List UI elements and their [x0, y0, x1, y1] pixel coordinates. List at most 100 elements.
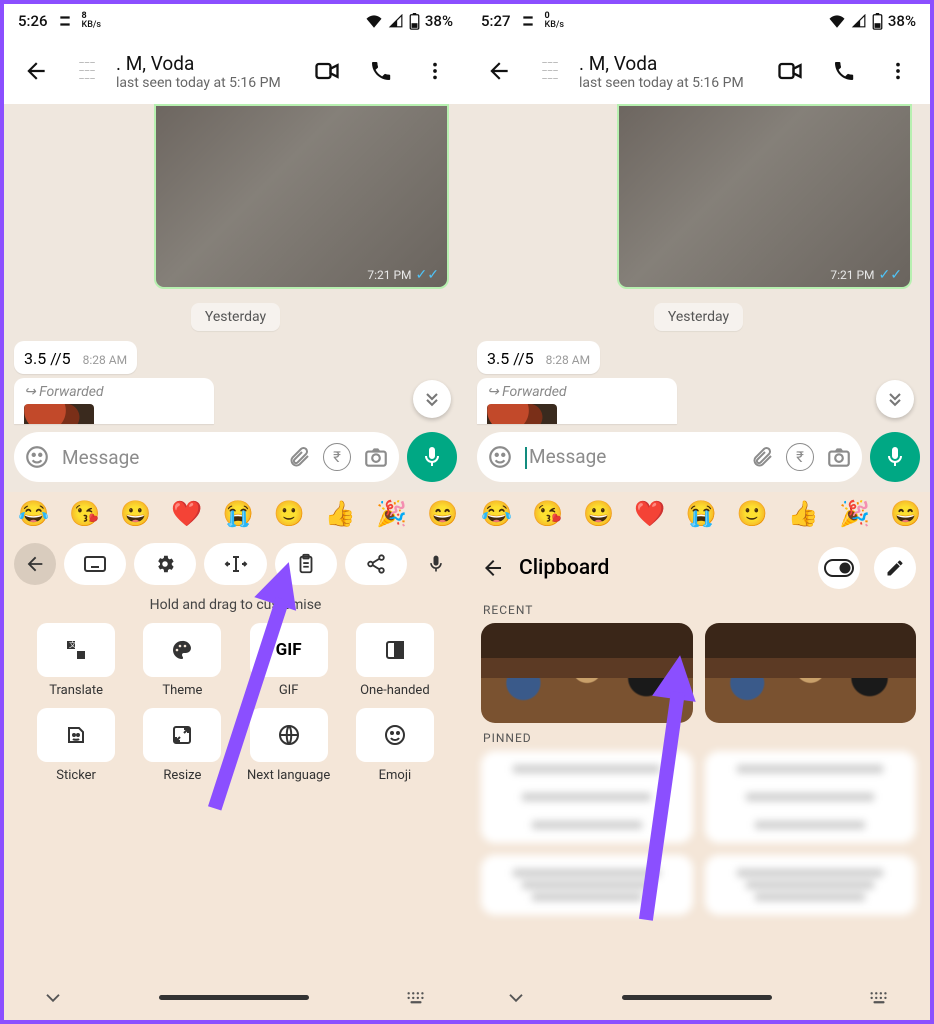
- chat-area[interactable]: 7:21 PM ✓✓ Yesterday 3.5 //5 8:28 AM ↪ F…: [4, 104, 467, 424]
- last-seen: last seen today at 5:16 PM: [579, 75, 758, 91]
- clipboard-panel: Clipboard RECENT PINNED: [467, 537, 930, 1020]
- emoji-item[interactable]: 😀: [120, 500, 151, 529]
- tool-nextlanguage[interactable]: Next language: [241, 708, 337, 783]
- message-text: 3.5 //5: [24, 349, 71, 368]
- keyboard-panel: Hold and drag to customise 文Translate Th…: [4, 537, 467, 1020]
- nav-keyboard-icon[interactable]: [868, 989, 890, 1005]
- emoji-item[interactable]: 😂: [18, 500, 49, 529]
- scroll-down-fab[interactable]: [876, 380, 914, 418]
- toolbar-settings-icon[interactable]: [134, 543, 196, 585]
- emoji-item[interactable]: 🙂: [274, 500, 305, 529]
- incoming-message[interactable]: 3.5 //5 8:28 AM: [14, 341, 137, 374]
- forwarded-message[interactable]: ↪ Forwarded: [477, 378, 677, 424]
- avatar[interactable]: —————————: [68, 52, 106, 90]
- clipboard-image-item[interactable]: [705, 623, 917, 723]
- more-button[interactable]: [876, 49, 920, 93]
- nav-collapse-icon[interactable]: [44, 991, 62, 1003]
- emoji-item[interactable]: 😭: [686, 500, 717, 529]
- video-call-button[interactable]: [305, 49, 349, 93]
- voice-call-button[interactable]: [359, 49, 403, 93]
- scroll-down-fab[interactable]: [413, 380, 451, 418]
- emoji-item[interactable]: 🎉: [839, 500, 870, 529]
- message-text: 3.5 //5: [487, 349, 534, 368]
- emoji-item[interactable]: 👍: [788, 500, 819, 529]
- clipboard-edit-button[interactable]: [874, 547, 916, 589]
- emoji-item[interactable]: 🎉: [376, 500, 407, 529]
- back-button[interactable]: [477, 49, 521, 93]
- forwarded-message[interactable]: ↪ Forwarded: [14, 378, 214, 424]
- toolbar-keyboard-icon[interactable]: [64, 543, 126, 585]
- recent-label: RECENT: [467, 595, 930, 623]
- toolbar-share-icon[interactable]: [345, 543, 407, 585]
- emoji-item[interactable]: 😭: [223, 500, 254, 529]
- toolbar-clipboard-icon[interactable]: [275, 543, 337, 585]
- battery-pct: 38%: [425, 12, 453, 30]
- phone-left: 5:26 8 KB/s 38% —————————: [4, 4, 467, 1020]
- camera-icon[interactable]: [363, 444, 389, 470]
- emoji-item[interactable]: 😄: [890, 500, 921, 529]
- emoji-item[interactable]: ❤️: [634, 500, 665, 529]
- image-message[interactable]: 7:21 PM ✓✓: [154, 104, 449, 289]
- camera-icon[interactable]: [826, 444, 852, 470]
- emoji-item[interactable]: ❤️: [171, 500, 202, 529]
- chat-title-block[interactable]: . M, Voda last seen today at 5:16 PM: [579, 52, 758, 91]
- forwarded-thumb: [487, 404, 557, 424]
- clipboard-back-button[interactable]: [481, 556, 505, 580]
- clipboard-text-item[interactable]: [705, 855, 917, 915]
- emoji-item[interactable]: 😄: [427, 500, 458, 529]
- emoji-icon[interactable]: [487, 444, 513, 470]
- toolbar-back-button[interactable]: [14, 543, 56, 585]
- tool-gif[interactable]: GIFGIF: [241, 623, 337, 698]
- pinned-label: PINNED: [467, 723, 930, 751]
- text-cursor: [525, 447, 527, 469]
- status-time: 5:26: [18, 12, 48, 30]
- emoji-item[interactable]: 😀: [583, 500, 614, 529]
- battery-pct: 38%: [888, 12, 916, 30]
- clipboard-text-item[interactable]: [705, 751, 917, 843]
- nav-pill[interactable]: [159, 995, 309, 1000]
- rupee-icon[interactable]: ₹: [323, 443, 351, 471]
- chat-area[interactable]: 7:21 PM ✓✓ Yesterday 3.5 //5 8:28 AM ↪ F…: [467, 104, 930, 424]
- attach-icon[interactable]: [750, 445, 774, 469]
- toolbar-textedit-icon[interactable]: [204, 543, 266, 585]
- mic-fab[interactable]: [870, 432, 920, 482]
- emoji-item[interactable]: 👍: [325, 500, 356, 529]
- message-input-pill[interactable]: Message ₹: [14, 432, 399, 482]
- message-time: 8:28 AM: [546, 353, 590, 367]
- emoji-item[interactable]: 🙂: [737, 500, 768, 529]
- tool-translate[interactable]: 文Translate: [28, 623, 124, 698]
- emoji-item[interactable]: 😘: [532, 500, 563, 529]
- clipboard-text-item[interactable]: [481, 751, 693, 843]
- more-button[interactable]: [413, 49, 457, 93]
- nav-collapse-icon[interactable]: [507, 991, 525, 1003]
- signal-icon: [388, 14, 404, 28]
- mic-fab[interactable]: [407, 432, 457, 482]
- tool-sticker[interactable]: Sticker: [28, 708, 124, 783]
- tool-emoji[interactable]: Emoji: [347, 708, 443, 783]
- emoji-item[interactable]: 😘: [69, 500, 100, 529]
- voice-call-button[interactable]: [822, 49, 866, 93]
- clipboard-text-item[interactable]: [481, 855, 693, 915]
- tool-resize[interactable]: Resize: [134, 708, 230, 783]
- message-placeholder: Message: [62, 446, 275, 469]
- rupee-icon[interactable]: ₹: [786, 443, 814, 471]
- chat-title-block[interactable]: . M, Voda last seen today at 5:16 PM: [116, 52, 295, 91]
- emoji-item[interactable]: 😂: [481, 500, 512, 529]
- back-button[interactable]: [14, 49, 58, 93]
- image-message[interactable]: 7:21 PM ✓✓: [617, 104, 912, 289]
- video-call-button[interactable]: [768, 49, 812, 93]
- incoming-message[interactable]: 3.5 //5 8:28 AM: [477, 341, 600, 374]
- forwarded-thumb: [24, 404, 94, 424]
- nav-keyboard-icon[interactable]: [405, 989, 427, 1005]
- nav-pill[interactable]: [622, 995, 772, 1000]
- tool-theme[interactable]: Theme: [134, 623, 230, 698]
- message-input-pill[interactable]: Message ₹: [477, 432, 862, 482]
- tool-onehanded[interactable]: One-handed: [347, 623, 443, 698]
- attach-icon[interactable]: [287, 445, 311, 469]
- clipboard-toggle[interactable]: [818, 547, 860, 589]
- emoji-icon[interactable]: [24, 444, 50, 470]
- toolbar-mic-icon[interactable]: [415, 543, 457, 585]
- wifi-icon: [828, 14, 846, 28]
- avatar[interactable]: —————————: [531, 52, 569, 90]
- clipboard-image-item[interactable]: [481, 623, 693, 723]
